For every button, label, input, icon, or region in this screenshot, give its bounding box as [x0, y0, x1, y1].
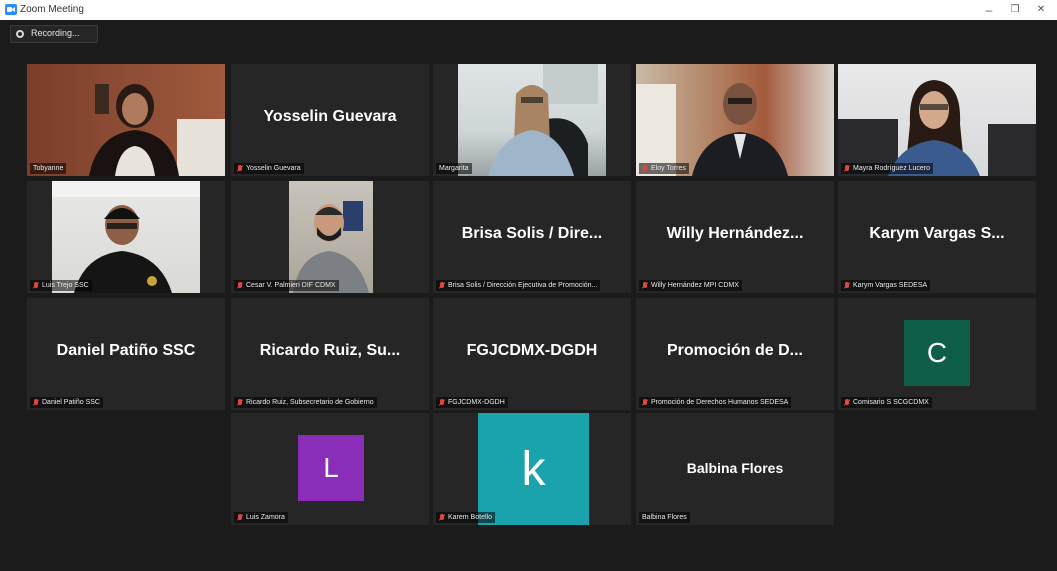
minimize-button[interactable]: –: [978, 2, 1000, 18]
participant-avatar: C: [904, 320, 970, 386]
video-feed: [636, 64, 834, 176]
mic-muted-icon: [439, 281, 445, 290]
participant-video-icon: [838, 80, 1036, 176]
participant-label: Mayra Rodríguez Lucero: [841, 163, 934, 174]
participant-video-icon: [89, 84, 225, 176]
mic-muted-icon: [33, 398, 39, 407]
recording-indicator[interactable]: Recording...: [10, 25, 98, 43]
participant-label: Balbina Flores: [639, 512, 690, 523]
video-feed: [458, 64, 606, 176]
mic-muted-icon: [237, 513, 243, 522]
participant-display-name: Yosselin Guevara: [263, 108, 397, 125]
participant-label: Margarita: [436, 163, 472, 174]
participant-display-name: Willy Hernández...: [666, 225, 804, 242]
close-button[interactable]: ✕: [1030, 2, 1052, 18]
participant-label: FGJCDMX-DGDH: [436, 397, 508, 408]
participant-display-name: Brisa Solis / Dire...: [461, 225, 603, 242]
participant-video-icon: [293, 201, 369, 293]
participant-tile[interactable]: FGJCDMX-DGDH FGJCDMX-DGDH: [433, 298, 631, 410]
participant-tile[interactable]: Eloy Torres: [636, 64, 834, 176]
zoom-app-icon: [5, 4, 17, 15]
participant-label: Karem Botello: [436, 512, 495, 523]
mic-muted-icon: [33, 281, 39, 290]
participant-label: Tobyanne: [30, 163, 67, 174]
mic-muted-icon: [237, 398, 243, 407]
mic-muted-icon: [642, 281, 648, 290]
participant-label: Karym Vargas SEDESA: [841, 280, 931, 291]
participant-label: Promoción de Derechos Humanos SEDESA: [639, 397, 792, 408]
participant-tile[interactable]: Yosselin Guevara Yosselin Guevara: [231, 64, 429, 176]
participant-tile[interactable]: Tobyanne: [27, 64, 225, 176]
participant-tile[interactable]: Luis Trejo SSC: [27, 181, 225, 293]
video-feed: [52, 181, 200, 293]
video-feed: [289, 181, 373, 293]
participant-label: Comisario S SCGCDMX: [841, 397, 932, 408]
participant-tile[interactable]: L Luis Zamora: [231, 413, 429, 525]
participant-tile[interactable]: Cesar V. Palmieri DIF CDMX: [231, 181, 429, 293]
participant-label: Yosselin Guevara: [234, 163, 304, 174]
participant-tile[interactable]: C Comisario S SCGCDMX: [838, 298, 1036, 410]
video-feed: [27, 64, 225, 176]
participant-avatar: L: [298, 435, 364, 501]
participant-label: Luis Zamora: [234, 512, 288, 523]
participant-display-name: Promoción de D...: [666, 342, 803, 359]
participant-tile[interactable]: k Karem Botello: [433, 413, 631, 525]
participant-display-name: FGJCDMX-DGDH: [466, 342, 598, 359]
participant-display-name: Ricardo Ruiz, Su...: [259, 342, 401, 359]
participant-label: Brisa Solis / Dirección Ejecutiva de Pro…: [436, 280, 601, 291]
mic-muted-icon: [642, 164, 648, 173]
window-titlebar: Zoom Meeting – ❐ ✕: [0, 0, 1057, 20]
mic-muted-icon: [642, 398, 648, 407]
participant-display-name: Balbina Flores: [686, 460, 784, 476]
participant-tile[interactable]: Mayra Rodríguez Lucero: [838, 64, 1036, 176]
participant-tile[interactable]: Willy Hernández... Willy Hernández MPI C…: [636, 181, 834, 293]
mic-muted-icon: [439, 513, 445, 522]
mic-muted-icon: [844, 281, 850, 290]
participant-tile[interactable]: Balbina Flores Balbina Flores: [636, 413, 834, 525]
participant-tile[interactable]: Margarita: [433, 64, 631, 176]
mic-muted-icon: [844, 164, 850, 173]
window-title: Zoom Meeting: [20, 4, 84, 15]
participant-label: Luis Trejo SSC: [30, 280, 92, 291]
participant-label: Daniel Patiño SSC: [30, 397, 103, 408]
participant-tile[interactable]: Daniel Patiño SSC Daniel Patiño SSC: [27, 298, 225, 410]
restore-button[interactable]: ❐: [1004, 2, 1026, 18]
participant-display-name: Daniel Patiño SSC: [56, 342, 196, 359]
record-icon: [16, 30, 24, 38]
participant-label: Willy Hernández MPI CDMX: [639, 280, 742, 291]
participant-tile[interactable]: Ricardo Ruiz, Su... Ricardo Ruiz, Subsec…: [231, 298, 429, 410]
mic-muted-icon: [439, 398, 445, 407]
participant-tile[interactable]: Karym Vargas S... Karym Vargas SEDESA: [838, 181, 1036, 293]
participant-video-icon: [52, 181, 200, 293]
participant-label: Ricardo Ruiz, Subsecretario de Gobierno: [234, 397, 377, 408]
participant-video-icon: [636, 83, 788, 176]
recording-label: Recording...: [31, 28, 80, 38]
participant-tile[interactable]: Brisa Solis / Dire... Brisa Solis / Dire…: [433, 181, 631, 293]
participant-label: Cesar V. Palmieri DIF CDMX: [234, 280, 339, 291]
participant-display-name: Karym Vargas S...: [869, 225, 1005, 242]
participant-video-icon: [488, 64, 598, 176]
video-feed: [838, 64, 1036, 176]
participant-label: Eloy Torres: [639, 163, 689, 174]
mic-muted-icon: [844, 398, 850, 407]
mic-muted-icon: [237, 164, 243, 173]
mic-muted-icon: [237, 281, 243, 290]
participant-avatar: k: [478, 413, 589, 525]
participant-tile[interactable]: Promoción de D... Promoción de Derechos …: [636, 298, 834, 410]
